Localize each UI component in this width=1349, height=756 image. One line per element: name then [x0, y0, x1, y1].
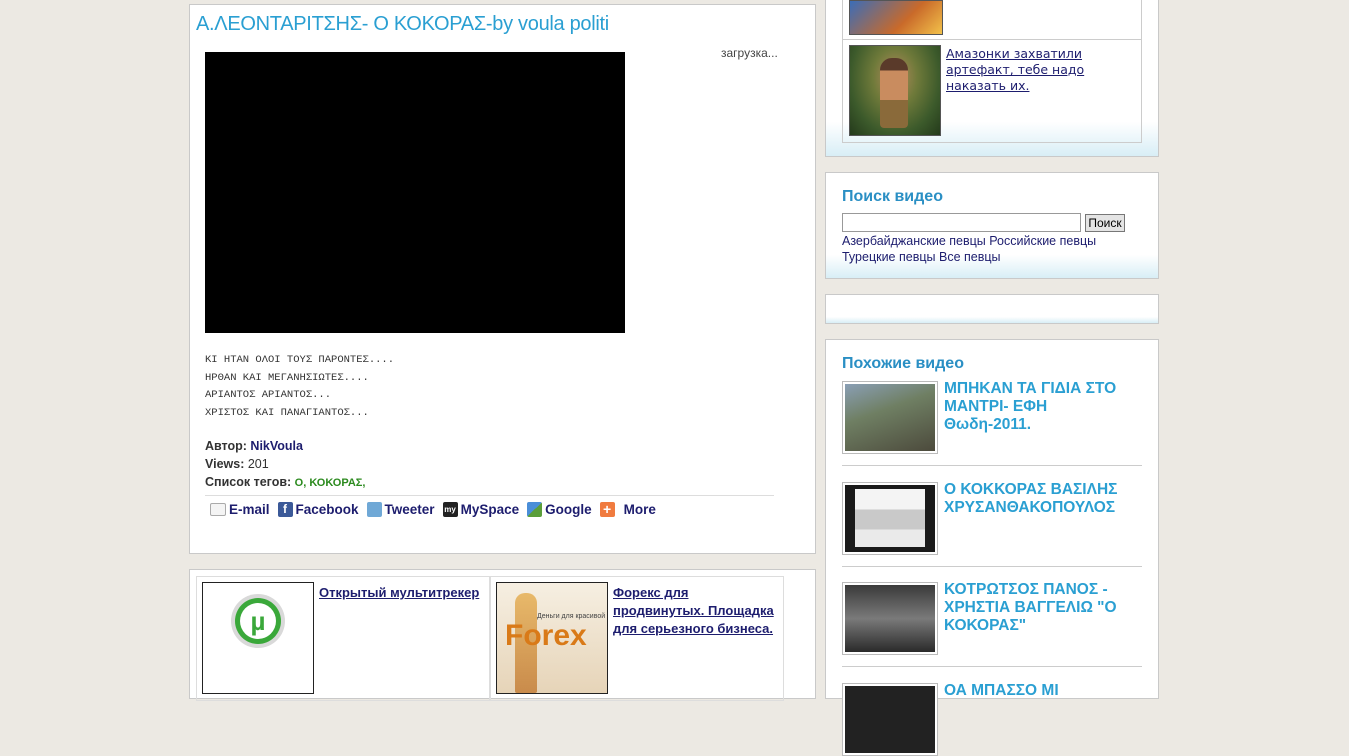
- forex-caption-big: Forex: [505, 619, 587, 652]
- utorrent-icon: µ: [231, 594, 285, 648]
- email-icon: [210, 503, 226, 516]
- share-label: Facebook: [295, 502, 359, 517]
- share-label: Tweeter: [384, 502, 435, 517]
- ad-thumbnail[interactable]: Деньги для красивой Forex: [496, 582, 608, 694]
- thumb-image: [845, 384, 935, 451]
- description-line: ΚΙ ΗΤΑΝ ΟΛΟΙ ΤΟΥΣ ΠΑΡΟΝΤΕΣ....: [205, 354, 395, 366]
- similar-video-link[interactable]: ΜΠΗΚΑΝ ΤΑ ΓΙΔΙΑ ΣΤΟ ΜΑΝΤΡΙ- ΕΦΗ Θωδη-201…: [944, 380, 1134, 434]
- share-label: E-mail: [229, 502, 270, 517]
- video-player[interactable]: [205, 52, 625, 333]
- share-label: MySpace: [460, 502, 520, 517]
- facebook-icon: f: [277, 502, 293, 517]
- ad-item: Деньги для красивой Forex Форекс для про…: [490, 576, 784, 701]
- divider: [842, 666, 1142, 667]
- thumb-page: [855, 489, 925, 547]
- video-meta: Автор: NikVoula Views: 201 Список тегов:…: [205, 437, 365, 492]
- promo-thumbnail[interactable]: [849, 45, 941, 136]
- description-line: ΗΡΘΑΝ ΚΑΙ ΜΕΓΑΝΗΣΙΩΤΕΣ....: [205, 371, 369, 384]
- views-row: Views: 201: [205, 455, 365, 473]
- share-label: Google: [545, 502, 592, 517]
- share-myspace-button[interactable]: my MySpace: [442, 502, 520, 517]
- singer-link[interactable]: Турецкие певцы: [842, 250, 936, 264]
- empty-panel: [825, 294, 1159, 324]
- promo-link[interactable]: Амазонки захватили артефакт, тебе надо н…: [946, 46, 1131, 94]
- myspace-icon: my: [442, 502, 458, 517]
- similar-video-link[interactable]: ΟΑ ΜΠΑΣΣΟ ΜΙ: [944, 682, 1134, 700]
- video-thumbnail[interactable]: [842, 381, 938, 454]
- google-icon: [527, 502, 543, 517]
- ad-thumbnail[interactable]: µ: [202, 582, 314, 694]
- video-description: ΚΙ ΗΤΑΝ ΟΛΟΙ ΤΟΥΣ ΠΑΡΟΝΤΕΣ.... ΗΡΘΑΝ ΚΑΙ…: [205, 352, 394, 422]
- share-email-button[interactable]: E-mail: [210, 502, 270, 517]
- search-button[interactable]: Поиск: [1085, 214, 1125, 232]
- promo-list: Амазонки захватили артефакт, тебе надо н…: [842, 0, 1142, 143]
- description-line: ΑΡΙΑΝΤΟΣ ΑΡΙΑΝΤΟΣ...: [205, 389, 332, 401]
- promo-panel: Амазонки захватили артефакт, тебе надо н…: [825, 0, 1159, 157]
- ad-link[interactable]: Открытый мультитрекер: [319, 584, 484, 602]
- thumb-image: [845, 585, 935, 652]
- singer-link[interactable]: Российские певцы: [989, 234, 1096, 248]
- loading-text: загрузка...: [721, 46, 778, 60]
- video-thumbnail[interactable]: [842, 582, 938, 655]
- share-twitter-button[interactable]: Tweeter: [366, 502, 435, 517]
- video-thumbnail[interactable]: [842, 482, 938, 555]
- share-google-button[interactable]: Google: [527, 502, 592, 517]
- ad-link[interactable]: Форекс для продвинутых. Площадка для сер…: [613, 584, 778, 638]
- share-label: More: [623, 502, 656, 517]
- divider: [842, 566, 1142, 567]
- divider: [843, 39, 1141, 40]
- share-bar: E-mail f Facebook Tweeter my MySpace Goo…: [210, 502, 656, 517]
- similar-videos-panel: Похожие видео ΜΠΗΚΑΝ ΤΑ ΓΙΔΙΑ ΣΤΟ ΜΑΝΤΡΙ…: [825, 339, 1159, 756]
- video-thumbnail[interactable]: [842, 683, 938, 756]
- similar-video-link[interactable]: ΚΟΤΡΩΤΣΟΣ ΠΑΝΟΣ - ΧΡΗΣΤΙΑ ΒΑΓΓΕΛΙΩ "Ο ΚΟ…: [944, 581, 1134, 635]
- tags-row: Список тегов: Ο, ΚΟΚΟΡΑΣ,: [205, 473, 365, 492]
- share-facebook-button[interactable]: f Facebook: [277, 502, 359, 517]
- singer-links: Азербайджанские певцы Российские певцы Т…: [842, 233, 1132, 265]
- singer-link[interactable]: Все певцы: [939, 250, 1001, 264]
- views-label: Views:: [205, 457, 245, 471]
- promo-thumbnail[interactable]: [849, 0, 943, 35]
- singer-link[interactable]: Азербайджанские певцы: [842, 234, 986, 248]
- divider: [205, 495, 774, 496]
- search-input[interactable]: [842, 213, 1081, 232]
- video-panel: Α.ΛΕΟΝΤΑΡΙΤΣΗΣ- Ο ΚΟΚΟΡΑΣ-by voula polit…: [189, 4, 816, 554]
- twitter-icon: [366, 502, 382, 517]
- search-panel: Поиск видео Поиск Азербайджанские певцы …: [825, 172, 1159, 279]
- tag-links[interactable]: Ο, ΚΟΚΟΡΑΣ,: [295, 477, 366, 489]
- ads-panel: µ Открытый мультитрекер Деньги для краси…: [189, 569, 816, 701]
- similar-video-link[interactable]: Ο ΚΟΚΚΟΡΑΣ ΒΑΣΙΛΗΣ ΧΡΥΣΑΝΘΑΚΟΠΟΥΛΟΣ: [944, 481, 1134, 517]
- ad-item: µ Открытый мультитрекер: [196, 576, 490, 701]
- search-title: Поиск видео: [842, 188, 943, 205]
- amazon-figure: [880, 58, 908, 128]
- svg-text:µ: µ: [251, 606, 266, 636]
- divider: [842, 465, 1142, 466]
- plus-icon: +: [599, 502, 615, 517]
- views-count: 201: [247, 457, 269, 471]
- video-title: Α.ΛΕΟΝΤΑΡΙΤΣΗΣ- Ο ΚΟΚΟΡΑΣ-by voula polit…: [196, 13, 609, 35]
- author-row: Автор: NikVoula: [205, 437, 365, 455]
- description-line: ΧΡΙΣΤΟΣ ΚΑΙ ΠΑΝΑΓΙΑΝΤΟΣ...: [205, 406, 369, 419]
- thumb-image: [845, 485, 935, 552]
- thumb-image: [845, 686, 935, 753]
- share-more-button[interactable]: + More: [599, 502, 656, 517]
- similar-title: Похожие видео: [842, 355, 964, 372]
- author-label: Автор:: [205, 439, 247, 453]
- author-link[interactable]: NikVoula: [250, 439, 303, 453]
- tags-label: Список тегов:: [205, 475, 292, 489]
